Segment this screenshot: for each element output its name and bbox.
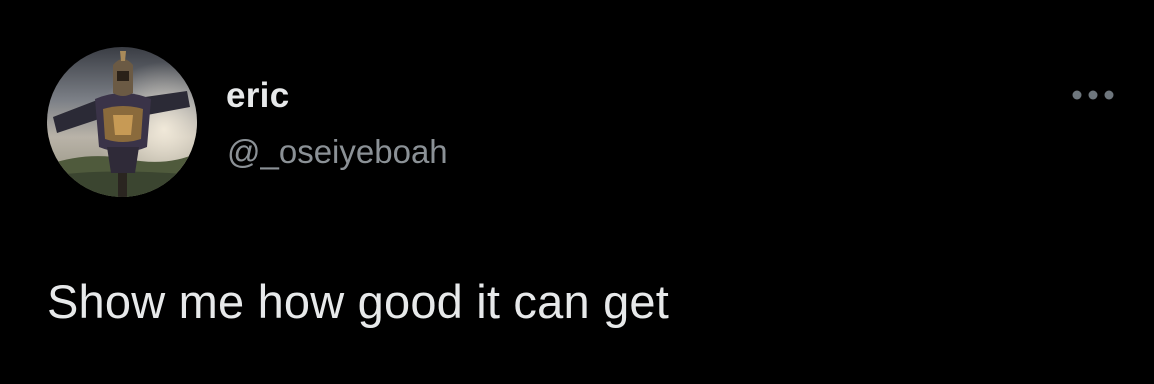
tweet-card: eric @_oseiyeboah Show me how good it ca… (0, 0, 1154, 384)
author-handle[interactable]: @_oseiyeboah (227, 131, 448, 173)
more-horizontal-icon (1072, 90, 1114, 100)
avatar[interactable] (47, 47, 197, 197)
author-display-name[interactable]: eric (226, 74, 289, 118)
more-options-button[interactable] (1066, 78, 1120, 112)
tweet-text: Show me how good it can get (47, 275, 669, 328)
avatar-image (47, 47, 197, 197)
